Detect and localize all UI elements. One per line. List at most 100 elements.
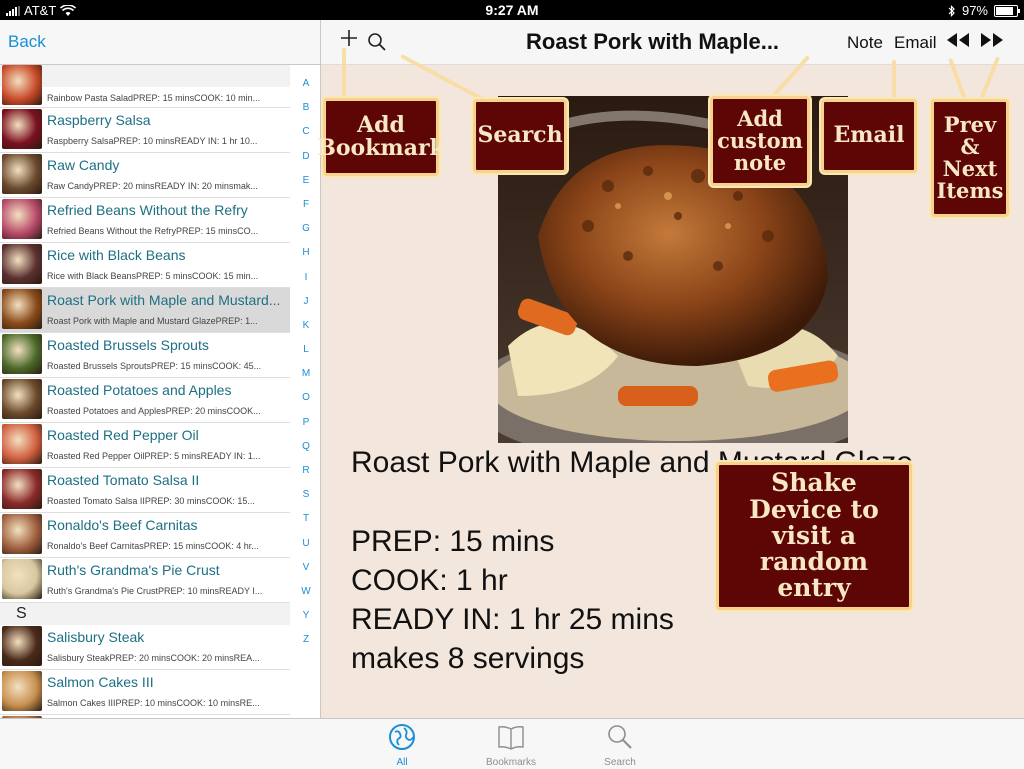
recipe-thumbnail — [2, 244, 42, 284]
recipe-title-label: Roasted Tomato Salsa II — [47, 472, 200, 488]
recipe-summary: Roasted Red Pepper OilPREP: 5 minsREADY … — [47, 451, 261, 461]
index-letter[interactable]: Y — [294, 604, 318, 628]
list-item[interactable]: Roast Pork with Maple and Mustard... Roas… — [0, 288, 290, 333]
list-item[interactable]: Raspberry Salsa Raspberry SalsaPREP: 10 m… — [0, 108, 290, 153]
email-button[interactable]: Email — [894, 33, 937, 53]
index-letter[interactable]: L — [294, 338, 318, 362]
rewind-icon — [947, 33, 969, 47]
index-letter[interactable]: G — [294, 217, 318, 241]
list-item[interactable]: Raw Candy Raw CandyPREP: 20 minsREADY IN:… — [0, 153, 290, 198]
recipe-summary: Roast Pork with Maple and Mustard GlazeP… — [47, 316, 258, 326]
index-letter[interactable]: M — [294, 362, 318, 386]
tab-bookmarks-label: Bookmarks — [485, 757, 536, 768]
recipe-summary: Roasted Brussels SproutsPREP: 15 minsCOO… — [47, 361, 262, 371]
recipe-thumbnail — [2, 334, 42, 374]
list-item[interactable]: Salisbury Steak Salisbury SteakPREP: 20 m… — [0, 625, 290, 670]
bluetooth-icon — [948, 4, 955, 17]
section-header: S — [0, 603, 290, 625]
list-item[interactable]: Roasted Potatoes and Apples Roasted Potat… — [0, 378, 290, 423]
index-letter[interactable]: Z — [294, 628, 318, 652]
recipe-title-label: Salmon Cakes III — [47, 674, 154, 690]
search-button[interactable] — [367, 32, 387, 57]
index-letter[interactable]: B — [294, 96, 318, 120]
section-header: R — [0, 65, 290, 87]
index-letter[interactable]: Q — [294, 435, 318, 459]
previous-item-button[interactable] — [945, 30, 971, 55]
recipe-summary: Salisbury SteakPREP: 20 minsCOOK: 20 min… — [47, 653, 260, 663]
cook-time: COOK: 1 hr — [351, 564, 508, 597]
detail-nav-bar: Roast Pork with Maple... Note Email — [321, 20, 1024, 65]
list-item[interactable]: Ruth's Grandma's Pie Crust Ruth's Grandma… — [0, 558, 290, 603]
ready-time: READY IN: 1 hr 25 mins — [351, 603, 674, 636]
index-letter[interactable]: P — [294, 411, 318, 435]
recipe-summary: Ronaldo's Beef CarnitasPREP: 15 minsCOOK… — [47, 541, 259, 551]
index-letter[interactable]: W — [294, 580, 318, 604]
fast-forward-icon — [981, 33, 1003, 47]
recipe-title-label: Rice with Black Beans — [47, 247, 186, 263]
list-item[interactable]: Rice with Black Beans Rice with Black Bea… — [0, 243, 290, 288]
next-item-button[interactable] — [979, 30, 1005, 55]
recipe-title-label: Refried Beans Without the Refry — [47, 202, 248, 218]
list-item[interactable]: Rainbow Pasta SaladRainbow Pasta SaladPR… — [0, 65, 290, 108]
master-nav-bar: Back — [0, 20, 320, 65]
page-title: Roast Pork with Maple... — [526, 29, 780, 54]
recipe-thumbnail — [2, 424, 42, 464]
clock: 9:27 AM — [485, 2, 539, 18]
recipe-summary: Rice with Black BeansPREP: 5 minsCOOK: 1… — [47, 271, 259, 281]
list-item[interactable]: Refried Beans Without the Refry Refried B… — [0, 198, 290, 243]
index-letter[interactable]: E — [294, 169, 318, 193]
add-note-callout: Add custom note — [710, 96, 810, 186]
search-icon — [608, 725, 632, 749]
list-item[interactable]: Ronaldo's Beef Carnitas Ronaldo's Beef Ca… — [0, 513, 290, 558]
recipe-thumbnail — [2, 154, 42, 194]
tab-all[interactable]: All — [367, 723, 437, 768]
index-letter[interactable]: S — [294, 483, 318, 507]
tab-search[interactable]: Search — [585, 723, 655, 768]
status-right: 97% — [948, 3, 1020, 18]
recipe-summary: Salmon Cakes IIIPREP: 10 minsCOOK: 10 mi… — [47, 698, 260, 708]
prep-time: PREP: 15 mins — [351, 525, 555, 558]
index-letter[interactable]: V — [294, 556, 318, 580]
servings: makes 8 servings — [351, 642, 585, 675]
section-index[interactable]: ABCDEFGHIJKLMOPQRSTUVWYZ — [294, 72, 318, 653]
recipe-title-label: Raspberry Salsa — [47, 112, 151, 128]
recipe-thumbnail — [2, 379, 42, 419]
recipe-thumbnail — [2, 469, 42, 509]
index-letter[interactable]: T — [294, 507, 318, 531]
index-letter[interactable]: R — [294, 459, 318, 483]
index-letter[interactable]: K — [294, 314, 318, 338]
tab-bookmarks[interactable]: Bookmarks — [476, 723, 546, 768]
recipe-summary: Roasted Potatoes and ApplesPREP: 20 mins… — [47, 406, 261, 416]
recipe-list[interactable]: RRainbow Pasta SaladRainbow Pasta SaladP… — [0, 65, 290, 718]
tab-bar: All Bookmarks Search — [0, 718, 1024, 769]
leader-line — [342, 48, 346, 100]
plus-icon — [341, 30, 357, 46]
add-bookmark-callout: Add Bookmark — [317, 98, 445, 176]
list-item[interactable]: Roasted Tomato Salsa II Roasted Tomato Sa… — [0, 468, 290, 513]
list-item[interactable]: Salmon Cakes III Salmon Cakes IIIPREP: 10… — [0, 670, 290, 715]
recipe-title-label: Ruth's Grandma's Pie Crust — [47, 562, 220, 578]
recipe-thumbnail — [2, 559, 42, 599]
index-letter[interactable]: U — [294, 532, 318, 556]
email-callout: Email — [821, 99, 917, 173]
recipe-thumbnail — [2, 514, 42, 554]
recipe-summary: Raw CandyPREP: 20 minsREADY IN: 20 minsm… — [47, 181, 258, 191]
index-letter[interactable]: O — [294, 386, 318, 410]
index-letter[interactable]: F — [294, 193, 318, 217]
recipe-summary: Roasted Tomato Salsa IIPREP: 30 minsCOOK… — [47, 496, 255, 506]
recipe-title-label: Roasted Red Pepper Oil — [47, 427, 199, 443]
recipe-title-label: Roast Pork with Maple and Mustard... — [47, 292, 281, 308]
back-button[interactable]: Back — [8, 32, 46, 52]
note-button[interactable]: Note — [847, 33, 883, 53]
index-letter[interactable]: C — [294, 120, 318, 144]
index-letter[interactable]: J — [294, 290, 318, 314]
recipe-summary: Rainbow Pasta SaladPREP: 15 minsCOOK: 10… — [47, 93, 261, 103]
list-item[interactable]: Roasted Brussels Sprouts Roasted Brussels… — [0, 333, 290, 378]
index-letter[interactable]: H — [294, 241, 318, 265]
globe-icon — [389, 724, 415, 750]
battery-percent: 97% — [961, 3, 988, 18]
index-letter[interactable]: D — [294, 145, 318, 169]
index-letter[interactable]: A — [294, 72, 318, 96]
index-letter[interactable]: I — [294, 266, 318, 290]
list-item[interactable]: Roasted Red Pepper Oil Roasted Red Pepper… — [0, 423, 290, 468]
